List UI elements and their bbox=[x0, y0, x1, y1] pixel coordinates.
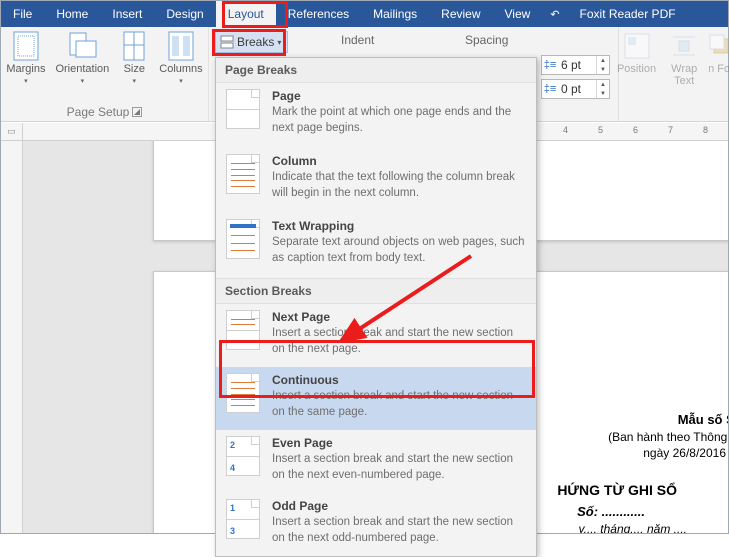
break-column-desc: Indicate that the text following the col… bbox=[272, 170, 526, 201]
spacing-after-value: 0 pt bbox=[558, 82, 596, 96]
breaks-icon bbox=[220, 35, 234, 49]
next-page-icon bbox=[226, 310, 260, 350]
columns-label: Columns bbox=[159, 63, 202, 75]
bring-forward-icon bbox=[709, 31, 729, 61]
break-column-title: Column bbox=[272, 154, 526, 168]
ruler-tick-7: 7 bbox=[668, 125, 673, 135]
break-page[interactable]: Page Mark the point at which one page end… bbox=[216, 83, 536, 148]
ruler-vertical[interactable] bbox=[1, 141, 23, 533]
position-button: Position bbox=[614, 29, 659, 89]
breaks-button[interactable]: Breaks ▾ bbox=[215, 31, 288, 53]
bring-forward-button: Brin Forwa bbox=[709, 29, 729, 89]
doc-text-so: Số: ............ bbox=[577, 504, 645, 519]
spacing-before-up[interactable]: ▲ bbox=[597, 56, 609, 65]
margins-icon bbox=[11, 31, 41, 61]
breaks-label: Breaks bbox=[237, 35, 274, 49]
size-icon bbox=[119, 31, 149, 61]
wrap-text-icon bbox=[669, 31, 699, 61]
page-breaks-header: Page Breaks bbox=[216, 58, 536, 83]
orientation-label: Orientation bbox=[55, 63, 109, 75]
columns-icon bbox=[166, 31, 196, 61]
spacing-after-up[interactable]: ▲ bbox=[597, 80, 609, 89]
tab-view[interactable]: View bbox=[493, 1, 543, 27]
tab-home[interactable]: Home bbox=[44, 1, 100, 27]
ruler-corner[interactable]: ▭ bbox=[1, 123, 23, 141]
break-textwrap-title: Text Wrapping bbox=[272, 219, 526, 233]
break-oddpage-desc: Insert a section break and start the new… bbox=[272, 515, 526, 546]
orientation-button[interactable]: Orientation ▾ bbox=[52, 29, 112, 87]
column-break-icon bbox=[226, 154, 260, 194]
page-setup-group-label: Page Setup bbox=[67, 105, 143, 121]
indent-header: Indent bbox=[341, 33, 374, 47]
group-page-setup: Margins ▾ Orientation ▾ Size ▾ bbox=[1, 27, 209, 121]
annotation-arrow bbox=[321, 251, 481, 351]
tab-file[interactable]: File bbox=[1, 1, 44, 27]
spacing-before-value: 6 pt bbox=[558, 58, 596, 72]
margins-label: Margins bbox=[6, 63, 45, 75]
doc-text-ngay: ngày 26/8/2016 củ bbox=[643, 446, 728, 460]
break-oddpage-title: Odd Page bbox=[272, 499, 526, 513]
break-continuous[interactable]: Continuous Insert a section break and sta… bbox=[216, 367, 536, 430]
doc-text-ban: (Ban hành theo Thông tư bbox=[608, 430, 728, 444]
chevron-down-icon: ▾ bbox=[277, 38, 281, 47]
position-label: Position bbox=[617, 63, 656, 75]
continuous-icon bbox=[226, 373, 260, 413]
spacing-before-icon: ‡≡ bbox=[542, 59, 558, 71]
tab-mailings[interactable]: Mailings bbox=[361, 1, 429, 27]
break-column[interactable]: Column Indicate that the text following t… bbox=[216, 148, 536, 213]
size-button[interactable]: Size ▾ bbox=[116, 29, 152, 87]
ribbon-tabbar: File Home Insert Design Layout Reference… bbox=[1, 1, 728, 27]
break-page-desc: Mark the point at which one page ends an… bbox=[272, 105, 526, 136]
orientation-icon bbox=[67, 31, 97, 61]
size-label: Size bbox=[124, 63, 145, 75]
doc-text-thang: y.... tháng.... năm .... bbox=[579, 522, 688, 533]
group-arrange: Position Wrap Text Brin Forwa bbox=[618, 27, 728, 121]
break-odd-page[interactable]: 13 Odd Page Insert a section break and st… bbox=[216, 493, 536, 556]
spacing-before-input[interactable]: ‡≡ 6 pt ▲▼ bbox=[541, 55, 610, 75]
position-icon bbox=[622, 31, 652, 61]
spacing-after-down[interactable]: ▼ bbox=[597, 89, 609, 98]
tab-insert[interactable]: Insert bbox=[100, 1, 154, 27]
ruler-tick-8: 8 bbox=[703, 125, 708, 135]
wrap-text-button: Wrap Text bbox=[663, 29, 705, 89]
tab-undo-placeholder[interactable]: ↶ bbox=[542, 1, 567, 27]
bring-forward-label: Brin Forwa bbox=[709, 63, 729, 75]
ruler-tick-4: 4 bbox=[563, 125, 568, 135]
spacing-before-down[interactable]: ▼ bbox=[597, 65, 609, 74]
page-break-icon bbox=[226, 89, 260, 129]
odd-page-icon: 13 bbox=[226, 499, 260, 539]
even-page-icon: 24 bbox=[226, 436, 260, 476]
columns-button[interactable]: Columns ▾ bbox=[156, 29, 205, 87]
break-even-page[interactable]: 24 Even Page Insert a section break and s… bbox=[216, 430, 536, 493]
break-continuous-title: Continuous bbox=[272, 373, 526, 387]
wrap-text-label: Wrap Text bbox=[666, 63, 702, 87]
ruler-tick-5: 5 bbox=[598, 125, 603, 135]
break-page-title: Page bbox=[272, 89, 526, 103]
spacing-header: Spacing bbox=[465, 33, 508, 47]
tab-references[interactable]: References bbox=[276, 1, 361, 27]
spacing-after-input[interactable]: ‡≡ 0 pt ▲▼ bbox=[541, 79, 610, 99]
tab-design[interactable]: Design bbox=[154, 1, 215, 27]
page-setup-dialog-launcher[interactable] bbox=[132, 107, 142, 117]
break-evenpage-title: Even Page bbox=[272, 436, 526, 450]
tab-layout[interactable]: Layout bbox=[216, 1, 276, 27]
spacing-controls: ‡≡ 6 pt ▲▼ ‡≡ 0 pt ▲▼ bbox=[541, 55, 610, 99]
ruler-tick-6: 6 bbox=[633, 125, 638, 135]
spacing-after-icon: ‡≡ bbox=[542, 83, 558, 95]
doc-text-hung: HỨNG TỪ GHI SỔ bbox=[557, 482, 677, 498]
break-evenpage-desc: Insert a section break and start the new… bbox=[272, 452, 526, 483]
tab-review[interactable]: Review bbox=[429, 1, 492, 27]
doc-text-mau: Mẫu số S0 bbox=[678, 412, 728, 427]
tab-foxit[interactable]: Foxit Reader PDF bbox=[568, 1, 688, 27]
break-continuous-desc: Insert a section break and start the new… bbox=[272, 389, 526, 420]
text-wrapping-icon bbox=[226, 219, 260, 259]
margins-button[interactable]: Margins ▾ bbox=[3, 29, 48, 87]
